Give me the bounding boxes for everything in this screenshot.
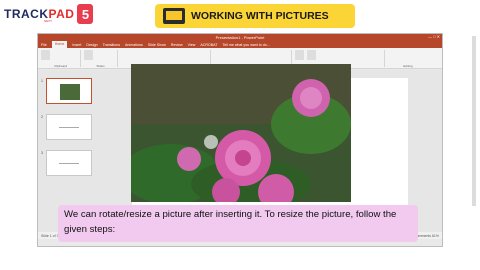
group-clipboard: Clipboard [41, 50, 81, 68]
slide-thumbnail-1[interactable]: 1 [41, 78, 92, 104]
shapes-button[interactable] [295, 50, 304, 60]
tab-home[interactable]: Home [51, 41, 68, 48]
tab-insert[interactable]: Insert [72, 43, 81, 47]
ribbon-tabs: File Home Insert Design Transitions Anim… [38, 41, 442, 48]
slide-thumbnail-3[interactable]: 3 [41, 150, 92, 176]
lesson-title-banner: WORKING WITH PICTURES [155, 4, 355, 28]
slide-counter: Slide 1 of 3 [41, 233, 59, 238]
arrange-button[interactable] [307, 50, 316, 60]
group-editing: Editing [403, 64, 413, 68]
tab-acrobat[interactable]: ACROBAT [200, 43, 217, 47]
brand-name: TRACKPAD [4, 7, 75, 21]
paste-button[interactable] [41, 50, 50, 60]
tab-view[interactable]: View [188, 43, 196, 47]
brand-logo: TRACKPAD 5 NEXT [4, 4, 94, 24]
window-title: Presentation1 - PowerPoint [215, 35, 265, 40]
brand-sub: NEXT [44, 19, 53, 23]
group-slides: Slides [84, 50, 118, 68]
zoom-level: 61% [431, 233, 439, 238]
thumb-picture [60, 84, 80, 100]
slide-thumbnail-2[interactable]: 2 [41, 114, 92, 140]
brand-badge: 5 [77, 4, 94, 24]
rose-picture[interactable] [131, 64, 351, 202]
computer-icon [163, 8, 185, 24]
tab-review[interactable]: Review [171, 43, 183, 47]
tab-slide-show[interactable]: Slide Show [148, 43, 166, 47]
tab-design[interactable]: Design [86, 43, 97, 47]
tab-animations[interactable]: Animations [125, 43, 143, 47]
caption-box: We can rotate/resize a picture after ins… [58, 205, 418, 242]
window-controls[interactable]: — □ ✕ [428, 34, 440, 39]
new-slide-button[interactable] [84, 50, 93, 60]
lesson-title: WORKING WITH PICTURES [191, 10, 329, 22]
tab-transitions[interactable]: Transitions [103, 43, 120, 47]
caption-text: We can rotate/resize a picture after ins… [64, 209, 397, 235]
scrollbar[interactable] [472, 36, 476, 206]
roses-image [131, 64, 351, 202]
tell-me-box[interactable]: Tell me what you want to do... [222, 43, 269, 47]
tab-file[interactable]: File [41, 43, 47, 47]
window-title-bar: Presentation1 - PowerPoint — □ ✕ [38, 34, 442, 41]
